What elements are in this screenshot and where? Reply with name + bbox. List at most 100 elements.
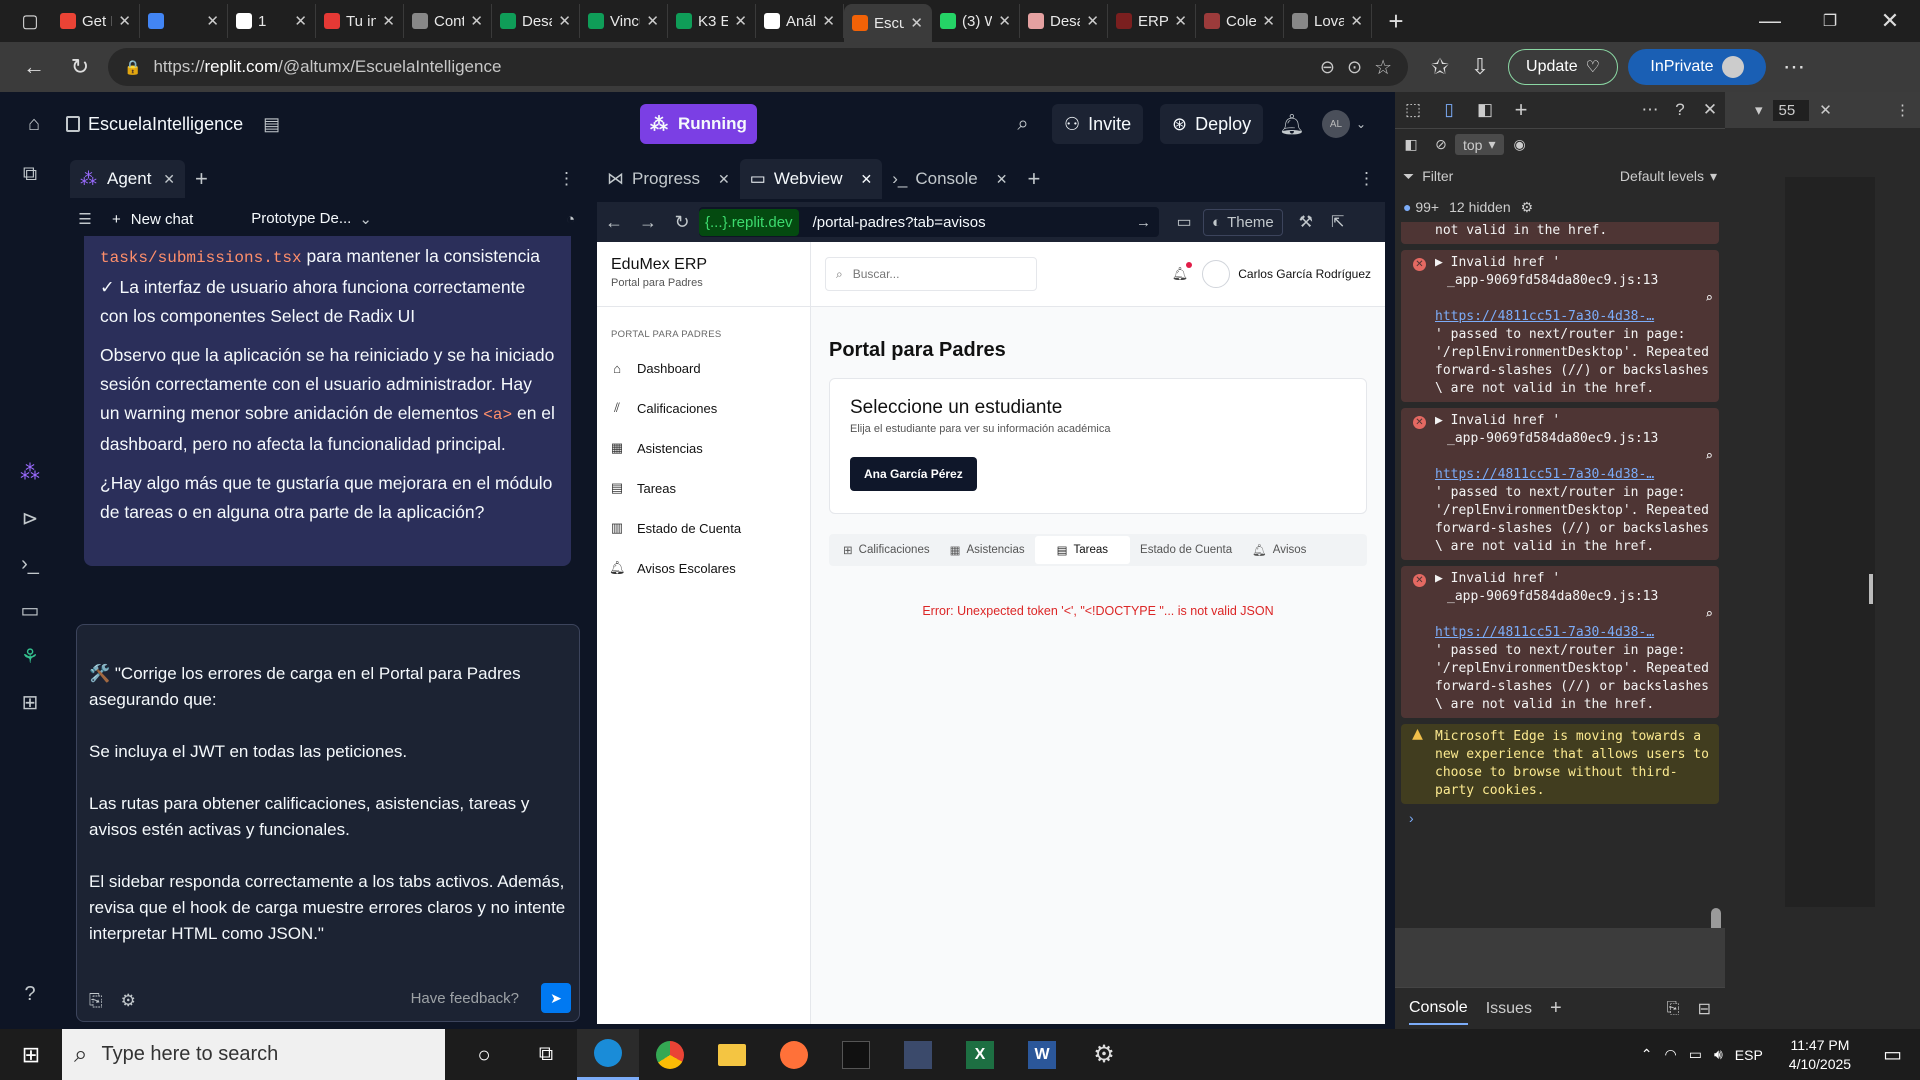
browser-tab[interactable]: ✕ — [140, 4, 228, 38]
inprivate-button[interactable]: InPrivate — [1628, 49, 1766, 85]
deploy-button[interactable]: ⊛ Deploy — [1160, 104, 1264, 144]
language-indicator[interactable]: ESP — [1735, 1047, 1763, 1063]
git-icon[interactable]: ⚘ — [10, 636, 50, 676]
close-drawer-icon[interactable]: ⊟ — [1698, 999, 1711, 1019]
settings-icon[interactable]: ⚙ — [1073, 1029, 1135, 1080]
sidebar-toggle-icon[interactable]: ◧ — [1395, 136, 1427, 153]
close-icon[interactable]: ✕ — [718, 171, 730, 188]
send-button[interactable]: ➤ — [541, 983, 571, 1013]
device-icon[interactable]: ▯ — [1431, 100, 1467, 120]
new-chat-button[interactable]: + New chat — [112, 211, 193, 228]
search-icon[interactable]: ⌕ — [1003, 104, 1043, 144]
add-panel-icon[interactable]: + — [1503, 97, 1539, 123]
clear-console-icon[interactable]: ⊘ — [1427, 136, 1455, 153]
inspect-icon[interactable]: ⬚ — [1395, 100, 1431, 120]
font-size-field[interactable]: 55 — [1772, 99, 1810, 121]
browser-tab[interactable]: (3) W✕ — [932, 4, 1020, 38]
scrollbar[interactable] — [1711, 908, 1721, 928]
close-icon[interactable]: ✕ — [996, 171, 1008, 188]
refresh-icon[interactable]: ↻ — [60, 47, 100, 87]
magnify-icon[interactable]: ⌕ — [1435, 290, 1713, 308]
minimize-icon[interactable]: — — [1740, 1, 1800, 41]
cortana-icon[interactable]: ○ — [453, 1029, 515, 1080]
new-window-icon[interactable]: ⇱ — [1325, 212, 1351, 232]
all-tools-icon[interactable]: ⊞ — [10, 682, 50, 722]
more-icon[interactable]: ⋯ — [1635, 100, 1665, 120]
user-menu[interactable]: AL ⌄ — [1322, 110, 1366, 138]
nav-item[interactable]: ▥ Estado de Cuenta — [597, 508, 810, 548]
new-tab-icon[interactable]: + — [1376, 1, 1416, 41]
history-icon[interactable]: ☰ — [70, 210, 100, 228]
close-icon[interactable]: ✕ — [860, 171, 872, 188]
edge-icon[interactable] — [577, 1029, 639, 1080]
context-select[interactable]: top ▾ — [1455, 134, 1504, 155]
app-tab[interactable]: Estado de Cuenta — [1130, 536, 1242, 564]
start-icon[interactable]: ⊞ — [0, 1029, 62, 1080]
home-icon[interactable]: ⌂ — [14, 104, 54, 144]
volume-icon[interactable]: 🔊︎ — [1714, 1046, 1723, 1063]
url-field[interactable]: 🔒 https://replit.com/@altumx/EscuelaInte… — [108, 48, 1408, 86]
update-button[interactable]: Update ♡ — [1508, 49, 1618, 85]
help-icon[interactable]: ? — [10, 974, 50, 1014]
browser-tab[interactable]: Conta✕ — [404, 4, 492, 38]
close-icon[interactable]: ✕ — [163, 171, 175, 188]
tasks-icon[interactable]: ⊳ — [10, 498, 50, 538]
app-icon[interactable] — [825, 1029, 887, 1080]
search-input[interactable]: ⌕ Buscar... — [825, 257, 1037, 291]
close-icon[interactable]: ✕ — [294, 12, 307, 30]
student-button[interactable]: Ana García Pérez — [850, 457, 977, 491]
project-title[interactable]: EscuelaIntelligence ▤ — [66, 114, 280, 135]
theme-button[interactable]: ◐ Theme — [1203, 208, 1283, 236]
more-icon[interactable]: ⋮ — [1895, 101, 1910, 119]
run-button[interactable]: ⁂ Running — [640, 104, 757, 144]
tab-agent[interactable]: ⁂ Agent ✕ — [70, 160, 185, 198]
powershell-icon[interactable] — [887, 1029, 949, 1080]
tab-issues[interactable]: Issues — [1486, 1000, 1532, 1018]
console-prompt[interactable]: › — [1395, 804, 1725, 832]
browser-tab[interactable]: Escue✕ — [844, 4, 932, 42]
read-aloud-icon[interactable]: ⊙ — [1347, 57, 1362, 78]
close-icon[interactable]: ✕ — [1350, 12, 1363, 30]
webview-refresh-icon[interactable]: ↻ — [665, 212, 699, 233]
shell-icon[interactable]: ›_ — [10, 544, 50, 584]
close-icon[interactable]: ✕ — [1262, 12, 1275, 30]
close-icon[interactable]: ✕ — [1086, 12, 1099, 30]
live-expression-icon[interactable]: ◉ — [1514, 136, 1526, 153]
browser-tab[interactable]: Coleg✕ — [1196, 4, 1284, 38]
feedback-link[interactable]: Have feedback? — [411, 990, 519, 1007]
pane-menu-icon[interactable]: ⋮ — [1348, 161, 1385, 197]
zoom-icon[interactable]: ⊖ — [1320, 57, 1335, 78]
tab-console[interactable]: ›_ Console ✕ — [882, 161, 1017, 197]
close-icon[interactable]: ✕ — [734, 12, 747, 30]
magnify-icon[interactable]: ⌕ — [1435, 448, 1713, 466]
console-settings-icon[interactable]: ⚙ — [1521, 199, 1534, 216]
add-drawer-tab-icon[interactable]: + — [1550, 997, 1562, 1020]
nav-item[interactable]: ⫽ Calificaciones — [597, 388, 810, 428]
usage-gauge-icon[interactable]: ◔ — [566, 211, 575, 228]
clear-icon[interactable]: ✕ — [1819, 101, 1832, 119]
word-icon[interactable]: W — [1011, 1029, 1073, 1080]
back-icon[interactable]: ← — [14, 47, 54, 87]
bell-icon[interactable]: 🔔︎ — [1172, 262, 1193, 282]
browser-tab[interactable]: 1 ✕ — [228, 4, 316, 38]
close-icon[interactable]: ✕ — [470, 12, 483, 30]
nav-item[interactable]: 🔔︎ Avisos Escolares — [597, 548, 810, 588]
nav-item[interactable]: ⌂ Dashboard — [597, 348, 810, 388]
levels-select[interactable]: Default levels ▾ — [1620, 168, 1717, 185]
browser-tab[interactable]: Get Ir✕ — [52, 4, 140, 38]
settings-icon[interactable]: ⚙ — [121, 991, 136, 1011]
webview-back-icon[interactable]: ← — [597, 212, 631, 233]
browser-tab[interactable]: Desar✕ — [1020, 4, 1108, 38]
browser-tab[interactable]: ERP y✕ — [1108, 4, 1196, 38]
close-icon[interactable]: ✕ — [1174, 12, 1187, 30]
prototype-select[interactable]: Prototype De... ⌄ — [251, 210, 372, 228]
devices-icon[interactable]: ▭ — [1171, 212, 1197, 232]
app-tab[interactable]: ▦ Asistencias — [940, 536, 1035, 564]
nav-item[interactable]: ▦ Asistencias — [597, 428, 810, 468]
filter-input[interactable]: Filter — [1422, 168, 1562, 184]
tab-progress[interactable]: ⋈ Progress ✕ — [597, 161, 740, 197]
pane-menu-icon[interactable]: ⋮ — [548, 161, 585, 197]
chevron-up-icon[interactable]: ⌃ — [1641, 1046, 1653, 1063]
close-icon[interactable]: ✕ — [382, 12, 395, 30]
invite-button[interactable]: ⚇ Invite — [1052, 104, 1144, 144]
